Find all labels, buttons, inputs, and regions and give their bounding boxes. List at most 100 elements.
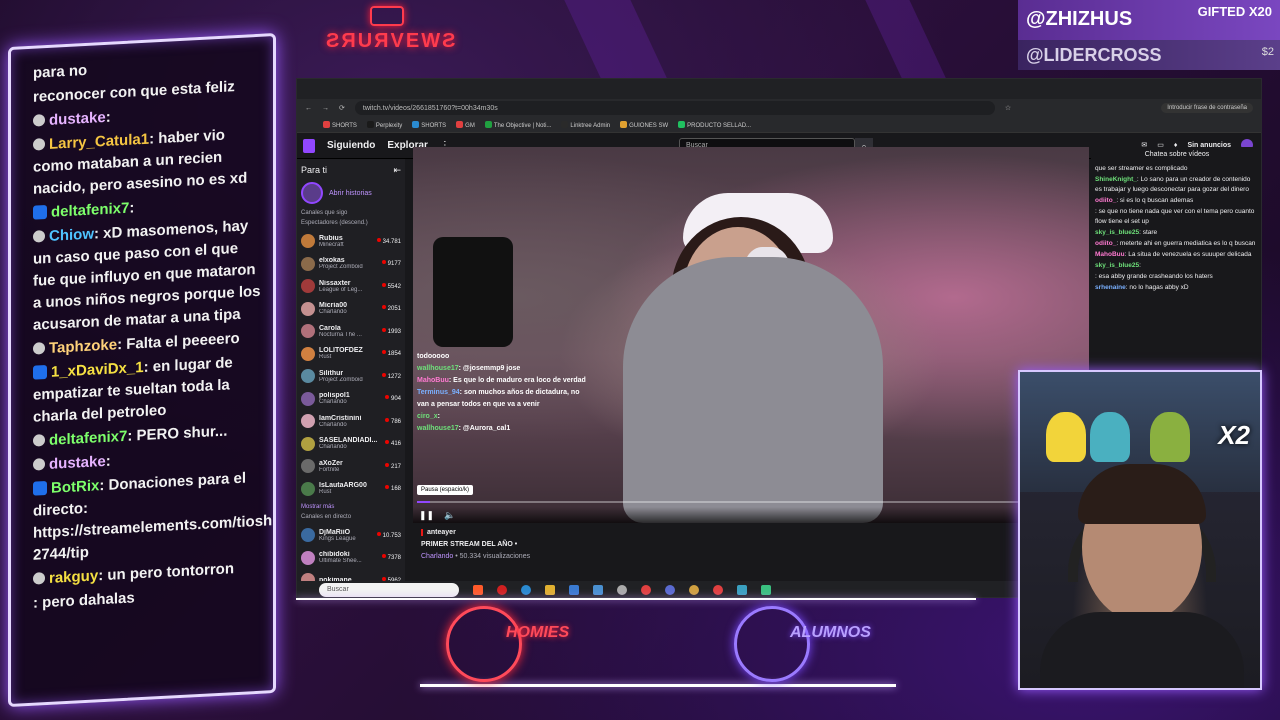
bookmark-item[interactable]: Linktree Admin <box>561 120 610 129</box>
settings-icon[interactable] <box>617 585 627 595</box>
opera-icon[interactable] <box>497 585 507 595</box>
chat-username[interactable]: ShineKnight_ <box>1095 176 1137 183</box>
brave-icon[interactable] <box>473 585 483 595</box>
edge-icon[interactable] <box>521 585 531 595</box>
sidebar-channel[interactable]: Silithur Project Zomboid 1272 <box>301 365 401 388</box>
chat-text: : pero dahalas <box>33 589 135 612</box>
channel-category: Rust <box>319 489 332 496</box>
channel-avatar <box>301 234 315 249</box>
bookmark-item[interactable]: SHORTS <box>412 120 446 129</box>
sort-label[interactable]: Espectadores (descend.) <box>301 220 401 226</box>
sidebar-channel[interactable]: chibidoki Ultimate Shee... 7378 <box>301 547 401 570</box>
chat-username[interactable]: odiito_ <box>1095 197 1116 204</box>
sidebar-channel[interactable]: polispol1 Charlando 904 <box>301 388 401 411</box>
chat-username[interactable]: sky_is_blue25 <box>1095 262 1139 269</box>
bookmark-icon <box>620 120 628 128</box>
stories-row[interactable]: Abrir historias <box>301 182 401 204</box>
viewer-count: 5542 <box>381 282 401 290</box>
store-icon[interactable] <box>569 585 579 595</box>
chrome-icon[interactable] <box>641 585 651 595</box>
collapse-icon[interactable]: ⇤ <box>393 165 401 176</box>
back-icon[interactable]: ← <box>305 105 312 112</box>
channel-info: DjMaRiiO Kings League <box>319 529 373 542</box>
sidebar-channel[interactable]: Carola Nocturna The ... 1993 <box>301 320 401 343</box>
bookmark-item[interactable]: The Objective | Noti... <box>484 120 551 129</box>
sidebar-channel[interactable]: aXoZer Fortnite 217 <box>301 455 401 478</box>
bookmark-item[interactable]: GUIONES SW <box>620 120 668 129</box>
app-icon[interactable] <box>593 585 603 595</box>
twitch-logo-icon[interactable] <box>303 138 315 153</box>
password-button[interactable]: Introducir frase de contraseña <box>1161 103 1253 113</box>
sidebar-channel[interactable]: Micria00 Charlando 2051 <box>301 298 401 321</box>
chat-username[interactable]: odiito_ <box>1095 240 1116 247</box>
channel-name: chibidoki <box>319 551 350 559</box>
chat-message: MahoBuu: La situa de venezuela es suuupe… <box>1095 250 1259 260</box>
bookmark-item[interactable]: GM <box>456 120 475 129</box>
channel-avatar <box>301 279 315 294</box>
viewer-count-value: 1993 <box>387 328 401 335</box>
sidebar-channel[interactable]: SASELANDIADI... Charlando 416 <box>301 433 401 456</box>
pokeball-icon[interactable] <box>713 585 723 595</box>
channel-info: aXoZer Fortnite <box>319 460 381 473</box>
twitch-sidebar: Para ti ⇤ Abrir historias Canales que si… <box>297 159 405 589</box>
app-icon[interactable] <box>689 585 699 595</box>
sidebar-channel[interactable]: elxokas Project Zomboid 9177 <box>301 253 401 276</box>
chat-username: Larry_Catula1 <box>49 130 150 153</box>
viewer-count: 2051 <box>381 305 401 312</box>
star-icon[interactable]: ☆ <box>1005 104 1011 112</box>
forward-icon[interactable]: → <box>322 105 329 112</box>
discord-icon[interactable] <box>665 585 675 595</box>
pause-icon[interactable]: ❚❚ <box>419 510 434 521</box>
bookmark-icon <box>323 120 330 128</box>
channel-name: IamCristinini <box>319 414 362 422</box>
taskbar-search-input[interactable]: Buscar <box>319 583 459 597</box>
bookmark-item[interactable]: Perplexity <box>366 120 402 129</box>
channel-avatar <box>301 528 315 543</box>
alumnos-logo-icon <box>734 606 810 682</box>
chat-username[interactable]: sky_is_blue25 <box>1095 229 1139 236</box>
channel-name: Micria00 <box>319 302 348 310</box>
overlay-chat-message: todooooo <box>417 351 587 363</box>
url-field[interactable]: twitch.tv/videos/2661851760?t=00h34m30s <box>354 101 995 115</box>
chat-username: deltafenix7 <box>49 427 128 449</box>
nav-following[interactable]: Siguiendo <box>327 140 375 151</box>
folder-icon[interactable] <box>545 585 555 595</box>
viewer-count-value: 10.753 <box>382 532 401 539</box>
show-more-link[interactable]: Mostrar más <box>301 504 401 510</box>
app-icon[interactable] <box>761 585 771 595</box>
live-indicator-icon <box>376 237 381 242</box>
badge-icon <box>33 342 45 355</box>
progress-bar[interactable] <box>417 501 1085 503</box>
viewer-count-value: 217 <box>390 463 401 470</box>
chat-username[interactable]: MahoBuu <box>1095 251 1125 258</box>
app-icon[interactable] <box>737 585 747 595</box>
sidebar-channel[interactable]: DjMaRiiO Kings League 10.753 <box>301 524 401 547</box>
alumnos-logo-text: ALUMNOS <box>790 624 871 641</box>
followed-channel-list: Rubius Minecraft 34.781 elxokas Project Zomb… <box>301 230 401 500</box>
video-category[interactable]: Charlando <box>421 553 453 560</box>
channel-name: Silithur <box>319 369 344 377</box>
badge-icon <box>33 204 47 220</box>
viewer-count: 217 <box>384 462 401 470</box>
story-avatar[interactable] <box>301 182 323 204</box>
streamer-body <box>623 257 883 523</box>
sidebar-channel[interactable]: LOLITOFDEZ Rust 1854 <box>301 343 401 366</box>
reload-icon[interactable]: ⟳ <box>339 104 345 112</box>
sidebar-channel[interactable]: IamCristinini Charlando 786 <box>301 410 401 433</box>
volume-icon[interactable]: 🔈 <box>444 510 455 521</box>
video-player[interactable]: todooooo wallhouse17: @josemmp9 jose MahoB… <box>413 147 1089 523</box>
stream-chat-overlay: para no reconocer con que esta feliz dusta… <box>8 32 276 708</box>
sidebar-channel[interactable]: IsLautaARG00 Rust 168 <box>301 478 401 501</box>
sidebar-channel[interactable]: Nissaxter League of Leg... 5542 <box>301 275 401 298</box>
video-meta: Charlando • 50.334 visualizaciones <box>421 553 530 560</box>
sidebar-channel[interactable]: Rubius Minecraft 34.781 <box>301 230 401 253</box>
channel-info: Carola Nocturna The ... <box>319 325 378 338</box>
viewer-count-value: 9177 <box>387 261 401 268</box>
bookmark-item[interactable]: SHORTS <box>323 120 357 129</box>
chat-username: ciro_x <box>417 413 438 420</box>
stories-label[interactable]: Abrir historias <box>329 190 372 197</box>
chat-username[interactable]: srhenaine <box>1095 284 1126 291</box>
bookmark-item[interactable]: PRODUCTO SELLAD... <box>678 120 751 129</box>
channel-category: League of Leg... <box>319 286 363 293</box>
channel-avatar <box>301 369 315 384</box>
